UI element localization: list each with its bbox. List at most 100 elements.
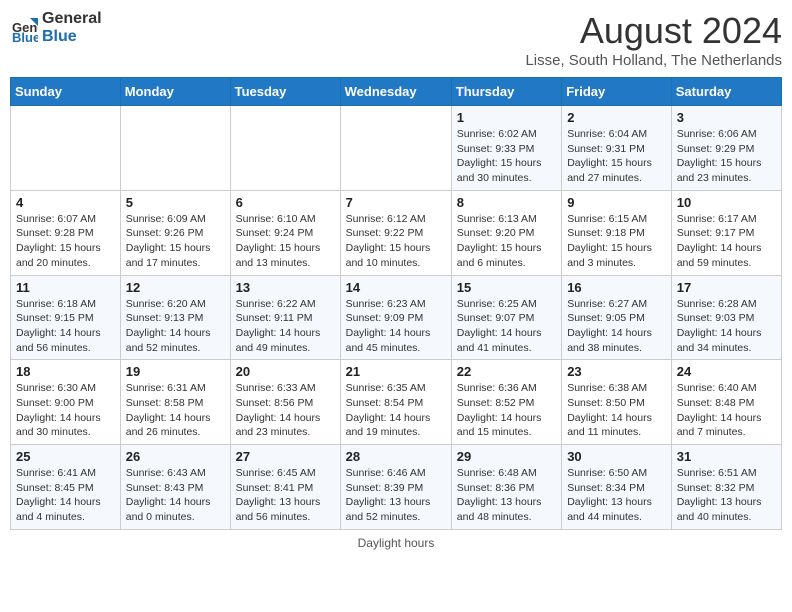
day-number: 9: [567, 195, 666, 210]
day-number: 28: [346, 449, 446, 464]
day-number: 31: [677, 449, 776, 464]
day-number: 11: [16, 280, 115, 295]
calendar-cell: 14 Sunrise: 6:23 AM Sunset: 9:09 PM Dayli…: [340, 275, 451, 360]
day-info: Sunrise: 6:48 AM Sunset: 8:36 PM Dayligh…: [457, 466, 556, 525]
calendar-cell: 1Sunrise: 6:02 AM Sunset: 9:33 PM Daylig…: [451, 106, 561, 191]
day-number: 2: [567, 110, 666, 125]
logo: General Blue General Blue: [10, 10, 102, 46]
day-number: 5: [126, 195, 225, 210]
day-info: Sunrise: 6:28 AM Sunset: 9:03 PM Dayligh…: [677, 297, 776, 356]
day-info: Sunrise: 6:35 AM Sunset: 8:54 PM Dayligh…: [346, 381, 446, 440]
day-number: 26: [126, 449, 225, 464]
day-number: 29: [457, 449, 556, 464]
calendar-cell: 8Sunrise: 6:13 AM Sunset: 9:20 PM Daylig…: [451, 190, 561, 275]
day-number: 10: [677, 195, 776, 210]
calendar-cell: 22Sunrise: 6:36 AM Sunset: 8:52 PM Dayli…: [451, 360, 561, 445]
calendar-cell: 16 Sunrise: 6:27 AM Sunset: 9:05 PM Dayli…: [562, 275, 672, 360]
day-number: 17: [677, 280, 776, 295]
calendar-cell: 3Sunrise: 6:06 AM Sunset: 9:29 PM Daylig…: [671, 106, 781, 191]
day-info: Sunrise: 6:17 AM Sunset: 9:17 PM Dayligh…: [677, 212, 776, 271]
weekday-header-saturday: Saturday: [671, 78, 781, 106]
day-info: Sunrise: 6:33 AM Sunset: 8:56 PM Dayligh…: [236, 381, 335, 440]
day-info: Sunrise: 6:09 AM Sunset: 9:26 PM Dayligh…: [126, 212, 225, 271]
day-number: 13: [236, 280, 335, 295]
calendar-cell: 20 Sunrise: 6:33 AM Sunset: 8:56 PM Dayli…: [230, 360, 340, 445]
calendar-cell: [340, 106, 451, 191]
calendar-cell: 29 Sunrise: 6:48 AM Sunset: 8:36 PM Dayli…: [451, 445, 561, 530]
footer-note: Daylight hours: [10, 536, 782, 550]
day-number: 19: [126, 364, 225, 379]
day-info: Sunrise: 6:43 AM Sunset: 8:43 PM Dayligh…: [126, 466, 225, 525]
day-info: Sunrise: 6:30 AM Sunset: 9:00 PM Dayligh…: [16, 381, 115, 440]
day-info: Sunrise: 6:20 AM Sunset: 9:13 PM Dayligh…: [126, 297, 225, 356]
day-info: Sunrise: 6:41 AM Sunset: 8:45 PM Dayligh…: [16, 466, 115, 525]
calendar-cell: 18 Sunrise: 6:30 AM Sunset: 9:00 PM Dayli…: [11, 360, 121, 445]
week-row-5: 25 Sunrise: 6:41 AM Sunset: 8:45 PM Dayli…: [11, 445, 782, 530]
day-number: 3: [677, 110, 776, 125]
day-number: 14: [346, 280, 446, 295]
calendar-cell: 7Sunrise: 6:12 AM Sunset: 9:22 PM Daylig…: [340, 190, 451, 275]
week-row-2: 4 Sunrise: 6:07 AM Sunset: 9:28 PM Daylig…: [11, 190, 782, 275]
day-number: 25: [16, 449, 115, 464]
logo-blue: Blue: [42, 28, 77, 45]
day-info: Sunrise: 6:13 AM Sunset: 9:20 PM Dayligh…: [457, 212, 556, 271]
day-info: Sunrise: 6:04 AM Sunset: 9:31 PM Dayligh…: [567, 127, 666, 186]
calendar-cell: [11, 106, 121, 191]
day-number: 16: [567, 280, 666, 295]
calendar-cell: 5 Sunrise: 6:09 AM Sunset: 9:26 PM Daylig…: [120, 190, 230, 275]
calendar-cell: 28 Sunrise: 6:46 AM Sunset: 8:39 PM Dayli…: [340, 445, 451, 530]
day-number: 4: [16, 195, 115, 210]
day-info: Sunrise: 6:07 AM Sunset: 9:28 PM Dayligh…: [16, 212, 115, 271]
day-info: Sunrise: 6:31 AM Sunset: 8:58 PM Dayligh…: [126, 381, 225, 440]
weekday-header-friday: Friday: [562, 78, 672, 106]
calendar-cell: 9 Sunrise: 6:15 AM Sunset: 9:18 PM Daylig…: [562, 190, 672, 275]
day-info: Sunrise: 6:46 AM Sunset: 8:39 PM Dayligh…: [346, 466, 446, 525]
day-info: Sunrise: 6:25 AM Sunset: 9:07 PM Dayligh…: [457, 297, 556, 356]
calendar-cell: 21 Sunrise: 6:35 AM Sunset: 8:54 PM Dayli…: [340, 360, 451, 445]
day-number: 18: [16, 364, 115, 379]
weekday-header-thursday: Thursday: [451, 78, 561, 106]
day-info: Sunrise: 6:50 AM Sunset: 8:34 PM Dayligh…: [567, 466, 666, 525]
calendar-cell: 30Sunrise: 6:50 AM Sunset: 8:34 PM Dayli…: [562, 445, 672, 530]
day-number: 15: [457, 280, 556, 295]
calendar-cell: [230, 106, 340, 191]
day-number: 12: [126, 280, 225, 295]
logo-icon: General Blue: [10, 14, 38, 42]
calendar-cell: 27 Sunrise: 6:45 AM Sunset: 8:41 PM Dayli…: [230, 445, 340, 530]
day-info: Sunrise: 6:27 AM Sunset: 9:05 PM Dayligh…: [567, 297, 666, 356]
calendar-cell: 13Sunrise: 6:22 AM Sunset: 9:11 PM Dayli…: [230, 275, 340, 360]
day-info: Sunrise: 6:02 AM Sunset: 9:33 PM Dayligh…: [457, 127, 556, 186]
calendar-cell: 4 Sunrise: 6:07 AM Sunset: 9:28 PM Daylig…: [11, 190, 121, 275]
day-info: Sunrise: 6:15 AM Sunset: 9:18 PM Dayligh…: [567, 212, 666, 271]
location: Lisse, South Holland, The Netherlands: [525, 52, 782, 69]
calendar-cell: 19 Sunrise: 6:31 AM Sunset: 8:58 PM Dayli…: [120, 360, 230, 445]
day-number: 7: [346, 195, 446, 210]
day-info: Sunrise: 6:45 AM Sunset: 8:41 PM Dayligh…: [236, 466, 335, 525]
calendar-cell: 17 Sunrise: 6:28 AM Sunset: 9:03 PM Dayli…: [671, 275, 781, 360]
week-row-4: 18 Sunrise: 6:30 AM Sunset: 9:00 PM Dayli…: [11, 360, 782, 445]
calendar-cell: 2 Sunrise: 6:04 AM Sunset: 9:31 PM Daylig…: [562, 106, 672, 191]
day-info: Sunrise: 6:23 AM Sunset: 9:09 PM Dayligh…: [346, 297, 446, 356]
calendar-cell: 6Sunrise: 6:10 AM Sunset: 9:24 PM Daylig…: [230, 190, 340, 275]
day-number: 23: [567, 364, 666, 379]
calendar-cell: 25 Sunrise: 6:41 AM Sunset: 8:45 PM Dayli…: [11, 445, 121, 530]
day-info: Sunrise: 6:38 AM Sunset: 8:50 PM Dayligh…: [567, 381, 666, 440]
day-number: 6: [236, 195, 335, 210]
svg-text:Blue: Blue: [12, 30, 38, 42]
week-row-1: 1Sunrise: 6:02 AM Sunset: 9:33 PM Daylig…: [11, 106, 782, 191]
weekday-header-monday: Monday: [120, 78, 230, 106]
day-number: 21: [346, 364, 446, 379]
calendar-cell: 15 Sunrise: 6:25 AM Sunset: 9:07 PM Dayli…: [451, 275, 561, 360]
day-number: 27: [236, 449, 335, 464]
calendar-cell: 24Sunrise: 6:40 AM Sunset: 8:48 PM Dayli…: [671, 360, 781, 445]
weekday-header-sunday: Sunday: [11, 78, 121, 106]
day-number: 20: [236, 364, 335, 379]
weekday-header-tuesday: Tuesday: [230, 78, 340, 106]
calendar-cell: 26 Sunrise: 6:43 AM Sunset: 8:43 PM Dayli…: [120, 445, 230, 530]
title-block: August 2024 Lisse, South Holland, The Ne…: [525, 10, 782, 69]
calendar-table: SundayMondayTuesdayWednesdayThursdayFrid…: [10, 77, 782, 530]
logo-general: General: [42, 10, 102, 27]
day-number: 22: [457, 364, 556, 379]
week-row-3: 11Sunrise: 6:18 AM Sunset: 9:15 PM Dayli…: [11, 275, 782, 360]
weekday-header-row: SundayMondayTuesdayWednesdayThursdayFrid…: [11, 78, 782, 106]
